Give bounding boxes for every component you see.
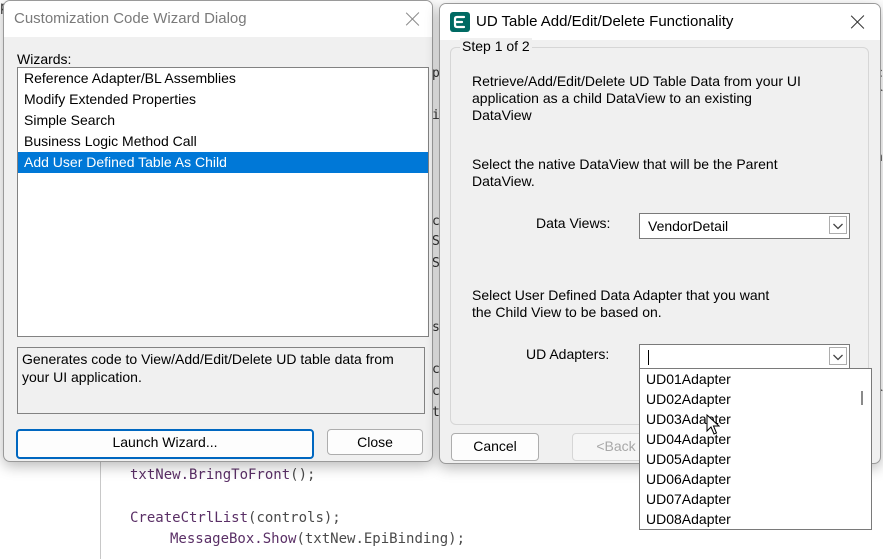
intro-line: Retrieve/Add/Edit/Delete UD Table Data f…: [472, 73, 801, 89]
list-item[interactable]: UD06Adapter: [640, 469, 871, 489]
list-item[interactable]: Simple Search: [18, 110, 428, 131]
code-args: (txtNew.EpiBinding);: [296, 531, 466, 547]
intro-text: Retrieve/Add/Edit/Delete UD Table Data f…: [472, 73, 801, 124]
adapter-line: Select User Defined Data Adapter that yo…: [472, 287, 770, 303]
list-item[interactable]: Business Logic Method Call: [18, 131, 428, 152]
wizards-label: Wizards:: [17, 51, 72, 67]
code-method: MessageBox.Show: [170, 531, 297, 547]
list-item[interactable]: Reference Adapter/BL Assemblies: [18, 68, 428, 89]
list-item[interactable]: UD02Adapter: [640, 389, 871, 409]
close-icon[interactable]: [403, 9, 423, 29]
chevron-down-icon[interactable]: [829, 347, 847, 365]
wizards-list[interactable]: Reference Adapter/BL Assemblies Modify E…: [17, 67, 429, 337]
launch-wizard-button[interactable]: Launch Wizard...: [16, 429, 314, 459]
intro-line: application as a child DataView to an ex…: [472, 90, 752, 106]
data-views-value: VendorDetail: [648, 218, 729, 234]
adapter-text: Select User Defined Data Adapter that yo…: [472, 287, 769, 321]
cancel-button[interactable]: Cancel: [451, 433, 539, 461]
wizard-dialog-title: Customization Code Wizard Dialog: [14, 10, 247, 27]
adapter-line: the Child View to be based on.: [472, 304, 662, 320]
code-method: CreateCtrlList: [130, 510, 249, 526]
wizard-dialog-titlebar[interactable]: Customization Code Wizard Dialog: [4, 1, 432, 37]
close-icon[interactable]: [848, 12, 868, 32]
code-gutter-line: [100, 460, 101, 559]
code-line-3[interactable]: MessageBox.Show(txtNew.EpiBinding);: [170, 531, 465, 547]
ud-adapters-dropdown[interactable]: UD01Adapter UD02Adapter UD03Adapter UD04…: [639, 368, 872, 530]
data-views-label: Data Views:: [536, 215, 611, 231]
list-item[interactable]: Modify Extended Properties: [18, 89, 428, 110]
ud-adapters-combo[interactable]: [639, 344, 850, 370]
step-label: Step 1 of 2: [460, 38, 532, 54]
data-views-combo[interactable]: VendorDetail: [639, 213, 850, 239]
list-item[interactable]: UD04Adapter: [640, 429, 871, 449]
ud-adapters-label: UD Adapters:: [526, 346, 610, 362]
parent-dataview-text: Select the native DataView that will be …: [472, 156, 778, 190]
close-button[interactable]: Close: [327, 429, 423, 455]
chevron-down-icon[interactable]: [829, 216, 847, 234]
wizard-description: Generates code to View/Add/Edit/Delete U…: [17, 347, 425, 414]
dropdown-scrollbar[interactable]: [855, 369, 871, 529]
intro-line: DataView: [472, 107, 532, 123]
list-item-selected[interactable]: Add User Defined Table As Child: [18, 152, 428, 173]
list-item[interactable]: UD01Adapter: [640, 369, 871, 389]
ud-dialog-titlebar[interactable]: UD Table Add/Edit/Delete Functionality: [440, 4, 880, 40]
parent-line: DataView.: [472, 173, 535, 189]
text-caret: [648, 350, 649, 365]
code-line-1[interactable]: txtNew.BringToFront();: [130, 467, 315, 483]
code-args: (controls);: [248, 510, 341, 526]
code-args: ();: [290, 467, 316, 483]
list-item[interactable]: UD07Adapter: [640, 489, 871, 509]
code-method: txtNew.BringToFront: [130, 467, 291, 483]
parent-line: Select the native DataView that will be …: [472, 156, 778, 172]
scrollbar-thumb[interactable]: [861, 391, 863, 405]
list-item[interactable]: UD05Adapter: [640, 449, 871, 469]
list-item[interactable]: UD03Adapter: [640, 409, 871, 429]
epicor-logo-icon: [450, 12, 470, 32]
mouse-cursor-icon: [706, 414, 720, 435]
wizard-dialog: Customization Code Wizard Dialog Wizards…: [3, 0, 433, 462]
list-item[interactable]: UD08Adapter: [640, 509, 871, 529]
code-line-2[interactable]: CreateCtrlList(controls);: [130, 510, 341, 526]
ud-dialog-title: UD Table Add/Edit/Delete Functionality: [476, 13, 734, 30]
